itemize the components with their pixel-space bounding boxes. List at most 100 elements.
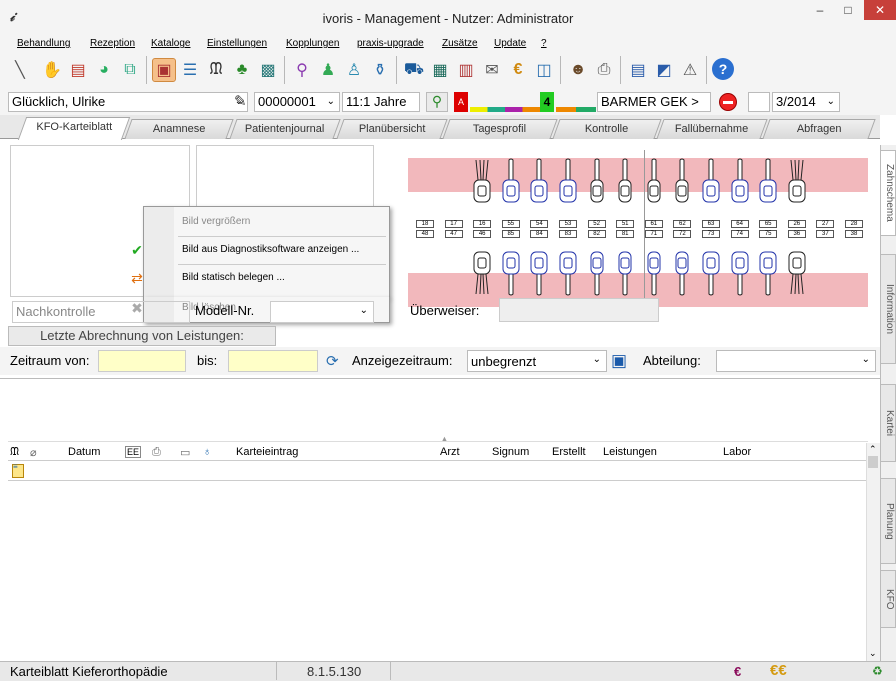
tooth-number-upper[interactable]: 27	[816, 220, 835, 228]
help-icon[interactable]: ?	[712, 58, 734, 80]
tooth-number-lower[interactable]: 38	[845, 230, 863, 238]
col-signum[interactable]: Signum	[492, 446, 529, 458]
tooth-number-upper[interactable]: 61	[644, 220, 663, 228]
tab-patientenjournal[interactable]: Patientenjournal	[229, 119, 341, 139]
tab-anamnese[interactable]: Anamnese	[124, 119, 234, 139]
refresh-icon[interactable]: ⟳	[326, 352, 344, 370]
letzte-abrechnung-button[interactable]: Letzte Abrechnung von Leistungen:	[8, 326, 276, 346]
screen-icon[interactable]: ◩	[652, 58, 676, 82]
euro-icon[interactable]: €	[506, 58, 530, 82]
user-search-icon[interactable]: ♙	[342, 58, 366, 82]
col-erstellt[interactable]: Erstellt	[552, 446, 586, 458]
tooth-number-lower[interactable]: 82	[587, 230, 606, 238]
tooth-number-lower[interactable]: 85	[501, 230, 520, 238]
insurance-field[interactable]: BARMER GEK >	[597, 92, 711, 112]
col-arzt[interactable]: Arzt	[440, 446, 460, 458]
tooth-number-upper[interactable]: 54	[530, 220, 549, 228]
tooth-upper[interactable]	[644, 158, 664, 208]
menu-update[interactable]: Update	[494, 38, 526, 49]
menu-zusaetze[interactable]: Zusätze	[442, 38, 478, 49]
save-icon[interactable]: ▣	[611, 351, 629, 371]
tooth-lower[interactable]	[787, 246, 807, 296]
tab-abfragen[interactable]: Abfragen	[762, 119, 876, 139]
modell-select[interactable]: ⌄	[270, 301, 374, 323]
document-icon[interactable]: ▤	[66, 58, 90, 82]
tooth-number-lower[interactable]: 36	[787, 230, 806, 238]
tooth-upper[interactable]	[587, 158, 607, 208]
tooth-number-lower[interactable]: 48	[416, 230, 434, 238]
quarter-select[interactable]: 3/2014 ⌄	[772, 92, 840, 112]
tooth-number-lower[interactable]: 37	[816, 230, 835, 238]
tooth-number-upper[interactable]: 55	[501, 220, 520, 228]
tooth-number-upper[interactable]: 64	[730, 220, 749, 228]
printer-icon[interactable]: ⛟	[402, 58, 426, 82]
tooth-col-icon[interactable]: ♁	[203, 446, 211, 458]
tooth-lower[interactable]	[501, 246, 521, 296]
tooth-lower[interactable]	[701, 246, 721, 296]
tooth-tool-icon[interactable]: ᙢ	[204, 58, 228, 82]
tooth-upper[interactable]	[529, 158, 549, 208]
patient-number-select[interactable]: 00000001 ⌄	[254, 92, 340, 112]
tooth-lower[interactable]	[472, 246, 492, 296]
book-icon[interactable]: ◫	[532, 58, 556, 82]
tooth-number-lower[interactable]: 83	[559, 230, 577, 238]
menu-item-show-diagnostic[interactable]: ✔ Bild aus Diagnostiksoftware anzeigen ..…	[131, 239, 388, 261]
scroll-up-icon[interactable]: ⌃	[869, 444, 877, 455]
note-col-icon[interactable]: ▭	[180, 446, 190, 459]
tooth-lower[interactable]	[644, 246, 664, 296]
vertical-scrollbar[interactable]	[866, 443, 880, 661]
maximize-button[interactable]: □	[834, 0, 862, 20]
new-entry-icon[interactable]: ≡	[12, 463, 24, 478]
ueberweiser-field[interactable]	[499, 298, 659, 322]
tooth-number-lower[interactable]: 75	[759, 230, 778, 238]
tooth-upper[interactable]	[501, 158, 521, 208]
tooth-upper[interactable]	[672, 158, 692, 208]
anzeigezeitraum-select[interactable]: unbegrenzt ⌄	[467, 350, 607, 372]
tooth-upper[interactable]	[758, 158, 778, 208]
nachkontrolle-field[interactable]: Nachkontrolle	[12, 301, 190, 323]
menu-item-enlarge[interactable]: Bild vergrößern	[152, 211, 388, 233]
word-icon[interactable]: ▤	[626, 58, 650, 82]
tooth-number-upper[interactable]: 16	[473, 220, 492, 228]
tooth-upper[interactable]	[472, 158, 492, 208]
blank-field[interactable]	[748, 92, 770, 112]
euro-double-status-icon[interactable]: €€	[770, 662, 787, 679]
search-person-icon[interactable]: ⚲	[290, 58, 314, 82]
tooth-number-lower[interactable]: 84	[530, 230, 549, 238]
zeitraum-bis-input[interactable]	[228, 350, 318, 372]
tooth-upper[interactable]	[701, 158, 721, 208]
print-icon[interactable]: ⎙	[592, 58, 616, 82]
people-icon[interactable]: ♟	[316, 58, 340, 82]
card-icon[interactable]: EE	[125, 446, 142, 458]
tooth-number-lower[interactable]: 47	[444, 230, 463, 238]
scroll-down-icon[interactable]: ⌄	[869, 648, 877, 659]
tooth-upper[interactable]	[787, 158, 807, 208]
tooth-number-upper[interactable]: 26	[787, 220, 806, 228]
mail-icon[interactable]: ✉	[480, 58, 504, 82]
tab-planuebersicht[interactable]: Planübersicht	[336, 119, 448, 139]
menu-kataloge[interactable]: Kataloge	[151, 38, 190, 49]
graph-icon[interactable]: ⧉	[118, 58, 142, 82]
team-icon[interactable]: ☻	[566, 58, 590, 82]
minimize-button[interactable]: –	[806, 0, 834, 20]
probe-icon[interactable]: ╲	[8, 58, 32, 82]
menu-rezeption[interactable]: Rezeption	[90, 38, 135, 49]
tooth-upper[interactable]	[615, 158, 635, 208]
menu-behandlung[interactable]: Behandlung	[17, 38, 70, 49]
tooth-upper[interactable]	[730, 158, 750, 208]
abteilung-select[interactable]: ⌄	[716, 350, 876, 372]
warning-icon[interactable]: ⚠	[678, 58, 702, 82]
xray-icon[interactable]: ▩	[256, 58, 280, 82]
tooth-number-lower[interactable]: 74	[730, 230, 749, 238]
euro-status-icon[interactable]: €	[734, 664, 741, 679]
patient-select[interactable]: Glücklich, Ulrike ⌄	[8, 92, 248, 112]
close-button[interactable]: ✕	[864, 0, 896, 20]
col-karteieintrag[interactable]: Karteieintrag	[236, 446, 298, 458]
kfo-icon[interactable]: ▣	[152, 58, 176, 82]
menu-kopplungen[interactable]: Kopplungen	[286, 38, 339, 49]
calendar-icon[interactable]: ▥	[454, 58, 478, 82]
side-tab-kfo[interactable]: KFO	[880, 570, 896, 628]
side-tab-kartei[interactable]: Kartei	[880, 384, 896, 462]
tooth-number-lower[interactable]: 73	[702, 230, 720, 238]
chart-pie-icon[interactable]: ◕	[92, 58, 116, 82]
